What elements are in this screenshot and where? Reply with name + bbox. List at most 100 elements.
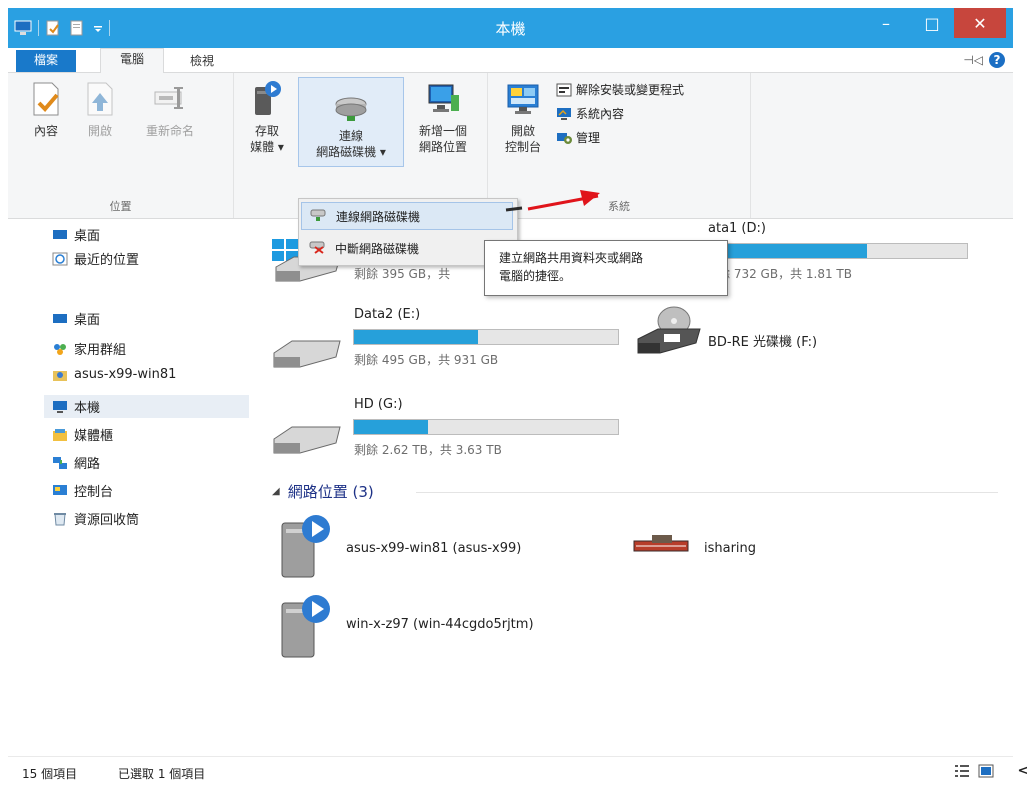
access-media-button[interactable]: 存取 媒體 ▾ xyxy=(242,79,292,155)
nav-item-this-pc[interactable]: 本機 xyxy=(44,395,249,418)
nav-item-user[interactable]: asus-x99-win81 xyxy=(52,367,176,382)
nav-item-libraries[interactable]: 媒體櫃 xyxy=(52,425,113,444)
homegroup-icon xyxy=(52,342,68,356)
add-network-location-button[interactable]: 新增一個 網路位置 xyxy=(408,79,478,155)
nav-item-recycle-bin[interactable]: 資源回收筒 xyxy=(52,509,139,528)
drive-usage-bar xyxy=(353,329,619,345)
drive-g[interactable]: HD (G:) 剩餘 2.62 TB，共 3.63 TB xyxy=(270,393,620,473)
nav-item-desktop[interactable]: 桌面 xyxy=(52,309,100,328)
control-panel-label-2: 控制台 xyxy=(504,140,541,154)
rename-button[interactable]: 重新命名 xyxy=(134,79,206,139)
menu-item-map-drive-label: 連線網路磁碟機 xyxy=(336,209,421,224)
hard-drive-icon xyxy=(270,333,342,377)
help-area: ⊣◁ ? xyxy=(963,52,1005,68)
control-panel-icon xyxy=(52,484,68,498)
navigation-pane: 桌面 最近的位置 桌面 家用群組 asus-x99-win81 本機 媒體櫃 網… xyxy=(8,219,249,756)
nav-item-label: 本機 xyxy=(74,401,101,416)
this-pc-icon xyxy=(52,400,68,414)
drive-free-space: 剩餘 395 GB，共 xyxy=(354,267,451,281)
open-button[interactable]: 開啟 xyxy=(76,79,124,139)
nav-item-desktop-top[interactable]: 桌面 xyxy=(52,225,100,244)
media-server-icon xyxy=(249,79,285,119)
network-location-item[interactable]: asus-x99-win81 (asus-x99) xyxy=(346,541,521,556)
nav-item-label: 家用群組 xyxy=(74,343,127,358)
drive-free-space: 剩餘 495 GB，共 931 GB xyxy=(354,353,499,367)
nav-item-label: asus-x99-win81 xyxy=(74,367,177,382)
collapse-arrow-icon: ◢ xyxy=(272,486,280,497)
drive-usage-fill xyxy=(354,330,479,344)
tab-computer[interactable]: 電腦 xyxy=(100,48,164,73)
map-drive-small-icon xyxy=(310,208,326,225)
nav-item-homegroup[interactable]: 家用群組 xyxy=(52,339,126,358)
drive-f[interactable]: BD-RE 光碟機 (F:) xyxy=(634,303,934,363)
recent-places-icon xyxy=(52,252,68,266)
map-drive-label-1: 連線 xyxy=(338,129,363,143)
title-bar[interactable]: 本機 – □ ✕ xyxy=(8,8,1013,48)
nav-item-network[interactable]: 網路 xyxy=(52,453,100,472)
manage-label: 管理 xyxy=(576,131,601,145)
add-location-label-1: 新增一個 xyxy=(418,124,467,138)
tab-view[interactable]: 檢視 xyxy=(178,51,226,72)
manage-button[interactable]: 管理 xyxy=(556,129,600,146)
network-location-item[interactable]: isharing xyxy=(704,541,756,556)
user-folder-icon xyxy=(52,368,68,382)
libraries-icon xyxy=(52,428,68,442)
drive-usage-fill xyxy=(354,420,428,434)
system-properties-button[interactable]: 系統內容 xyxy=(556,105,624,122)
drive-name: Data2 (E:) xyxy=(354,307,421,322)
minimize-button[interactable]: – xyxy=(864,8,908,38)
tab-file[interactable]: 檔案 xyxy=(16,50,76,72)
network-locations-header[interactable]: ◢ 網路位置 (3) xyxy=(272,481,374,502)
ribbon-group-label-system: 系統 xyxy=(608,200,630,213)
nav-item-control-panel[interactable]: 控制台 xyxy=(52,481,113,500)
map-network-drive-button[interactable]: 連線 網路磁碟機 ▾ xyxy=(298,77,404,167)
ribbon-group-system: 開啟 控制台 解除安裝或變更程式 系統內容 管理 系統 xyxy=(488,73,751,218)
open-icon xyxy=(82,79,118,119)
network-location-item[interactable]: win-x-z97 (win-44cgdo5rjtm) xyxy=(346,617,534,632)
item-count: 15 個項目 xyxy=(22,767,78,781)
disconnect-drive-icon xyxy=(309,240,325,257)
recycle-bin-icon xyxy=(52,512,68,526)
pin-ribbon-icon[interactable]: ⊣◁ xyxy=(963,53,983,67)
network-server-icon xyxy=(276,591,346,667)
desktop-icon xyxy=(52,312,68,326)
close-button[interactable]: ✕ xyxy=(954,8,1006,38)
control-panel-label-1: 開啟 xyxy=(510,124,535,138)
drive-usage-bar xyxy=(353,419,619,435)
network-drive-icon xyxy=(333,84,369,124)
details-view-icon[interactable] xyxy=(954,763,970,783)
open-control-panel-button[interactable]: 開啟 控制台 xyxy=(496,79,550,155)
tooltip: 建立網路共用資料夾或網路 電腦的捷徑。 xyxy=(484,240,728,296)
help-icon[interactable]: ? xyxy=(989,52,1005,68)
drive-free-space: 剩餘 2.62 TB，共 3.63 TB xyxy=(354,443,502,457)
status-bar: 15 個項目 已選取 1 個項目 xyxy=(8,756,1013,789)
system-properties-icon xyxy=(556,107,572,121)
tooltip-line-1: 建立網路共用資料夾或網路 xyxy=(499,251,644,265)
access-media-label-1: 存取 xyxy=(254,124,279,138)
manage-icon xyxy=(556,131,572,145)
properties-button[interactable]: 內容 xyxy=(22,79,70,139)
nav-item-recent-places[interactable]: 最近的位置 xyxy=(52,249,139,268)
nav-item-label: 桌面 xyxy=(74,313,101,328)
rename-label: 重新命名 xyxy=(145,124,194,138)
uninstall-program-button[interactable]: 解除安裝或變更程式 xyxy=(556,81,684,98)
explorer-window: 本機 – □ ✕ 檔案 電腦 檢視 ⊣◁ ? 內容 開啟 重新命名 位置 存取 … xyxy=(8,8,1013,789)
drive-usage-fill xyxy=(717,244,867,258)
selection-count: 已選取 1 個項目 xyxy=(118,767,206,781)
menu-item-disconnect-drive-label: 中斷網路磁碟機 xyxy=(335,241,420,256)
menu-item-map-drive[interactable]: 連線網路磁碟機 xyxy=(301,202,513,230)
drive-name: HD (G:) xyxy=(354,397,403,412)
desktop-icon xyxy=(52,228,68,242)
drive-name: ata1 (D:) xyxy=(708,221,766,236)
uninstall-icon xyxy=(556,83,572,97)
nav-item-label: 最近的位置 xyxy=(74,253,140,268)
large-icons-view-icon[interactable] xyxy=(978,763,994,783)
ribbon-group-location: 內容 開啟 重新命名 位置 xyxy=(8,73,234,218)
drive-usage-bar xyxy=(716,243,968,259)
maximize-button[interactable]: □ xyxy=(910,8,954,38)
section-divider xyxy=(416,492,998,493)
drive-e[interactable]: Data2 (E:) 剩餘 495 GB，共 931 GB xyxy=(270,303,620,383)
ribbon-group-network: 存取 媒體 ▾ 連線 網路磁碟機 ▾ 新增一個 網路位置 xyxy=(234,73,488,218)
rename-icon xyxy=(152,79,188,119)
menu-item-disconnect-drive[interactable]: 中斷網路磁碟機 xyxy=(301,234,513,262)
